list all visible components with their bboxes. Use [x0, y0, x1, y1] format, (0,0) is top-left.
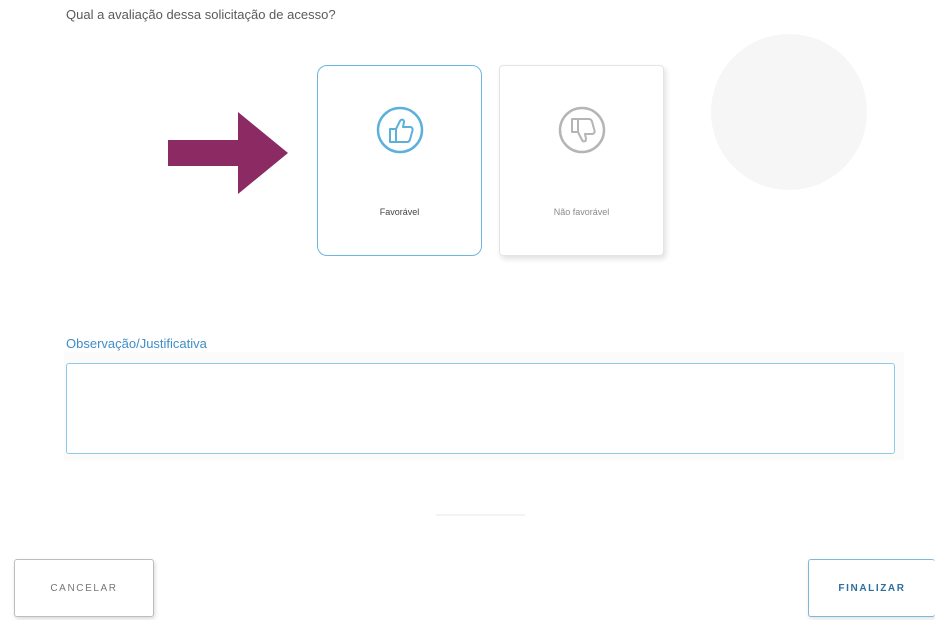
divider: [436, 514, 525, 516]
favorable-label: Favorável: [379, 207, 420, 217]
thumbs-down-icon: [551, 99, 613, 161]
question-text: Qual a avaliação dessa solicitação de ac…: [66, 7, 336, 22]
arrow-right-icon: [168, 112, 288, 194]
thumbs-up-icon: [369, 99, 431, 161]
finish-button[interactable]: FINALIZAR: [808, 559, 935, 617]
decorative-circle: [711, 34, 867, 190]
unfavorable-option-card[interactable]: Não favorável: [499, 65, 664, 256]
favorable-option-card[interactable]: Favorável: [317, 65, 482, 256]
observation-label: Observação/Justificativa: [66, 336, 207, 351]
cancel-button[interactable]: CANCELAR: [14, 559, 154, 617]
unfavorable-label: Não favorável: [553, 207, 610, 217]
observation-textarea[interactable]: [66, 363, 895, 454]
